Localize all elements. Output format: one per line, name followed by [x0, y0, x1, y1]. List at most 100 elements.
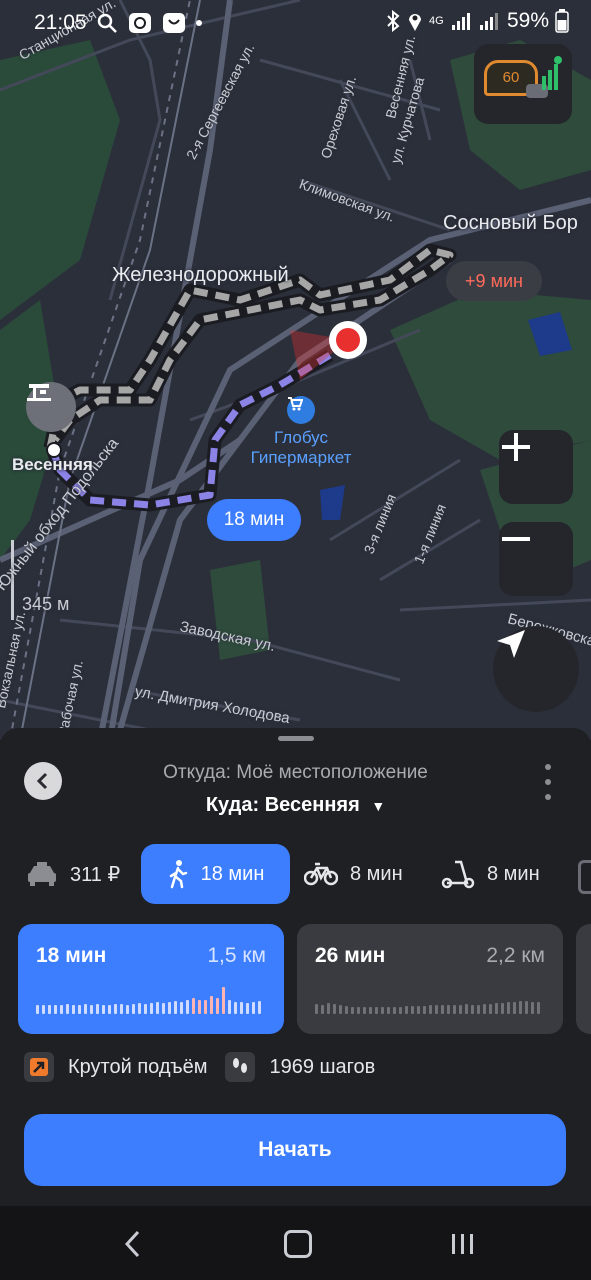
- route-card-more[interactable]: [576, 924, 591, 1034]
- elevation-bar: [381, 1007, 384, 1014]
- mode-walk[interactable]: 18 мин: [141, 844, 290, 904]
- elevation-bar: [114, 1004, 117, 1014]
- elevation-bar: [495, 1003, 498, 1014]
- alt-route-badge[interactable]: +9 мин: [446, 261, 542, 301]
- my-location-button[interactable]: [493, 626, 579, 712]
- bus-stop-icon[interactable]: [26, 382, 76, 432]
- elevation-bar: [501, 1003, 504, 1014]
- notification-icons: [96, 12, 202, 34]
- dot: [545, 794, 551, 800]
- start-button[interactable]: Начать: [24, 1114, 566, 1186]
- status-bar: 21:05 4G 59%: [0, 0, 591, 44]
- dropdown-arrow-icon: ▼: [371, 798, 386, 814]
- elevation-bar: [531, 1002, 534, 1014]
- status-right: 4G 59%: [385, 9, 569, 33]
- elevation-bar: [216, 998, 219, 1014]
- elevation-bar: [489, 1004, 492, 1014]
- mode-bike[interactable]: 8 мин: [304, 844, 403, 904]
- elevation-bar: [36, 1005, 39, 1014]
- map-view[interactable]: Станционная ул. 2-я Сергеевская ул. Орех…: [0, 0, 591, 740]
- elevation-bar: [60, 1005, 63, 1014]
- elevation-bar: [144, 1004, 147, 1014]
- mode-label: 8 мин: [487, 862, 540, 885]
- destination-marker[interactable]: [329, 321, 367, 359]
- destination-dot: [336, 328, 360, 352]
- mode-scooter[interactable]: 8 мин: [441, 844, 540, 904]
- elevation-bar: [108, 1005, 111, 1014]
- elevation-bar: [186, 1000, 189, 1014]
- more-notifications-dot: [196, 20, 202, 26]
- zoom-in-button[interactable]: [499, 430, 573, 504]
- elevation-bar: [234, 1002, 237, 1014]
- speed-widget[interactable]: 60: [474, 44, 572, 124]
- more-options-button[interactable]: [538, 764, 558, 800]
- elevation-bar: [447, 1005, 450, 1014]
- elevation-bar: [375, 1007, 378, 1014]
- transport-modes: 311 ₽ 18 мин 8 мин 8 мин: [0, 844, 591, 904]
- home-nav-icon[interactable]: [284, 1230, 312, 1258]
- elevation-bar: [90, 1005, 93, 1014]
- elevation-bar: [246, 1003, 249, 1014]
- navigation-arrow-icon: [497, 630, 525, 658]
- elevation-bar: [387, 1007, 390, 1014]
- stop-label: Весенняя: [12, 455, 93, 474]
- elevation-bar: [393, 1007, 396, 1014]
- elevation-bar: [423, 1006, 426, 1014]
- elevation-bar: [429, 1005, 432, 1014]
- dot: [545, 779, 551, 785]
- elevation-bar: [471, 1005, 474, 1014]
- elevation-bar: [321, 1005, 324, 1014]
- transit-icon[interactable]: [578, 860, 591, 894]
- route-time: 26 мин: [315, 944, 386, 967]
- elevation-bar: [345, 1006, 348, 1014]
- steps-label: 1969 шагов: [269, 1055, 376, 1078]
- elevation-bar: [138, 1003, 141, 1014]
- mode-taxi[interactable]: 311 ₽: [26, 844, 120, 904]
- elevation-bar: [156, 1002, 159, 1014]
- from-label[interactable]: Откуда: Моё местоположение: [0, 762, 591, 784]
- scale-label: 345 м: [22, 594, 70, 614]
- elevation-bar: [537, 1002, 540, 1014]
- recents-nav-icon[interactable]: [450, 1232, 476, 1256]
- elevation-bar: [477, 1005, 480, 1014]
- route-distance: 2,2 км: [486, 944, 545, 967]
- shopping-cart-icon[interactable]: [287, 396, 315, 424]
- elevation-bar: [120, 1004, 123, 1014]
- elevation-bar: [204, 1000, 207, 1014]
- route-card-selected[interactable]: 18 мин 1,5 км: [18, 924, 284, 1034]
- elevation-bar: [192, 998, 195, 1014]
- to-field[interactable]: Куда: Весенняя ▼: [0, 794, 591, 817]
- bike-icon: [304, 862, 338, 886]
- battery-percent: 59%: [506, 9, 549, 32]
- route-sheet: Откуда: Моё местоположение Куда: Весення…: [0, 728, 591, 1206]
- status-time: 21:05: [34, 11, 87, 34]
- elevation-bar: [507, 1002, 510, 1014]
- elevation-bar: [339, 1005, 342, 1014]
- zoom-out-button[interactable]: [499, 522, 573, 596]
- network-type: 4G: [428, 15, 444, 27]
- elevation-bar: [150, 1003, 153, 1014]
- elevation-bar: [417, 1006, 420, 1014]
- location-icon: [408, 14, 421, 31]
- back-nav-icon[interactable]: [122, 1230, 144, 1258]
- elevation-bar: [66, 1004, 69, 1014]
- elevation-bar: [222, 987, 225, 1014]
- poi-label[interactable]: Глобус Гипермаркет: [246, 428, 356, 468]
- route-time: 18 мин: [36, 944, 107, 967]
- elevation-bar: [405, 1006, 408, 1014]
- speed-limit-value: 60: [502, 69, 520, 86]
- route-distance: 1,5 км: [207, 944, 266, 967]
- route-card-alt[interactable]: 26 мин 2,2 км: [297, 924, 563, 1034]
- elevation-bar: [228, 1000, 231, 1014]
- district-label: Сосновый Бор: [443, 212, 578, 234]
- footsteps-icon: [225, 1052, 256, 1082]
- elevation-bar: [327, 1003, 330, 1014]
- elevation-bar: [78, 1005, 81, 1014]
- search-icon: [97, 13, 117, 33]
- elevation-bar: [252, 1002, 255, 1014]
- elevation-bar: [54, 1005, 57, 1014]
- sheet-drag-handle[interactable]: [278, 736, 314, 741]
- market-icon: [163, 13, 185, 33]
- elevation-bar: [525, 1001, 528, 1014]
- route-time-badge[interactable]: 18 мин: [207, 499, 301, 541]
